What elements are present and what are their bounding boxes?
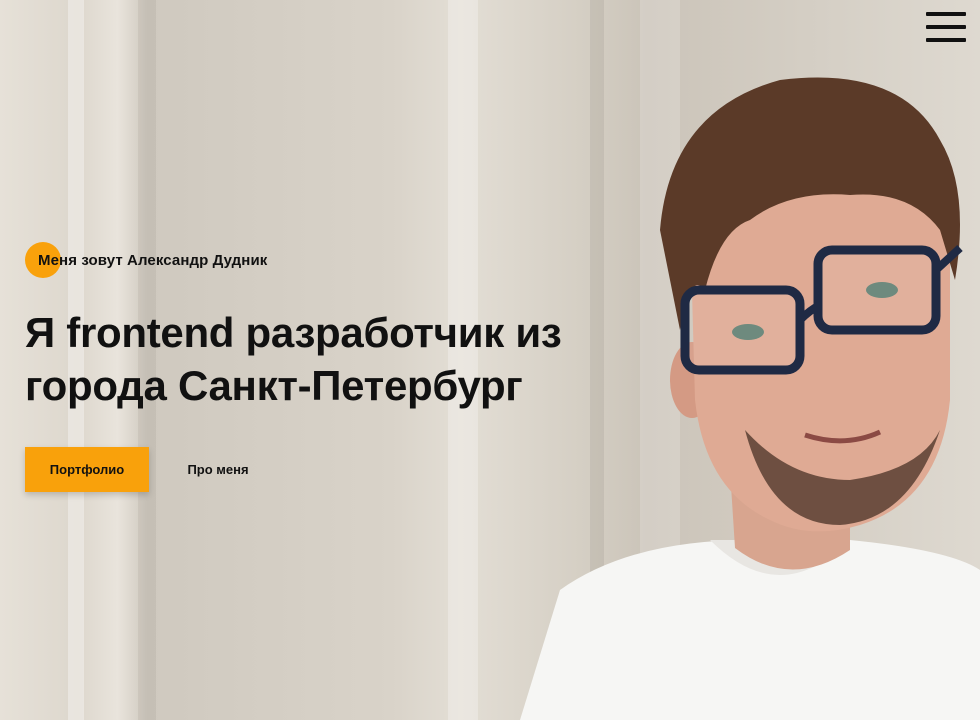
menu-bar (926, 12, 966, 16)
intro-label: Меня зовут Александр Дудник (25, 242, 267, 278)
portfolio-button[interactable]: Портфолио (25, 447, 149, 492)
intro-text: Меня зовут Александр Дудник (38, 251, 268, 269)
page-title: Я frontend разработчик из города Санкт-П… (25, 309, 562, 409)
hamburger-menu-icon[interactable] (926, 12, 966, 42)
menu-bar (926, 25, 966, 29)
about-me-button[interactable]: Про меня (168, 447, 268, 492)
menu-bar (926, 38, 966, 42)
